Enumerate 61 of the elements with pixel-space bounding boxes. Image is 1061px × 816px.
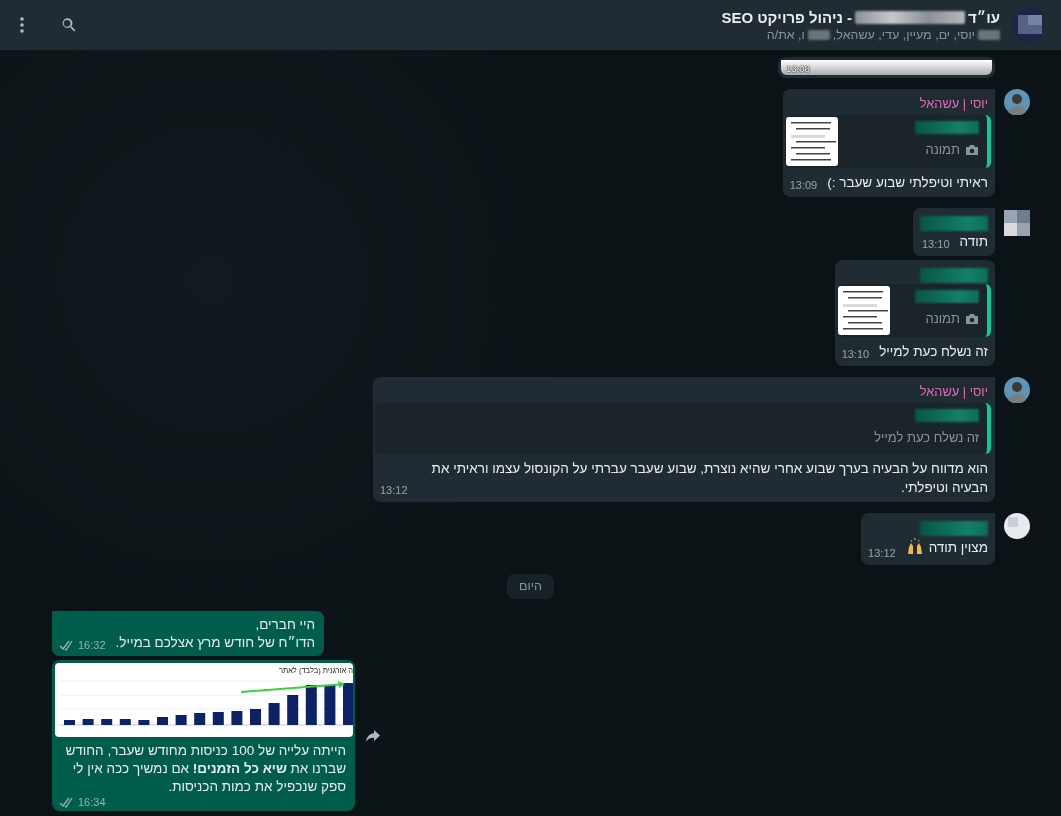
chart-bar <box>212 712 224 725</box>
chart-bar <box>343 683 353 725</box>
redacted-text <box>915 121 979 134</box>
member-list: ו, את/ה <box>766 27 805 42</box>
user-avatar[interactable] <box>1004 377 1030 403</box>
message-time: 16:34 <box>59 796 106 808</box>
chart-bar <box>64 720 75 725</box>
quoted-message[interactable]: זה נשלח כעת למייל <box>375 403 991 454</box>
chart-bar <box>231 711 243 725</box>
quoted-message[interactable]: תמונה <box>784 115 991 168</box>
sender-name: יוסי | עשהאל <box>918 95 988 113</box>
user-avatar[interactable] <box>1004 208 1030 238</box>
search-icon[interactable] <box>60 16 78 34</box>
member-list: יוסי, ים, מעיין, עדי, עשהאל, <box>832 27 975 42</box>
message-time: 13:10 <box>922 237 950 252</box>
message-time: 13:10 <box>841 347 870 362</box>
quoted-label: תמונה <box>925 310 960 328</box>
camera-icon <box>965 143 979 156</box>
chart-bar <box>82 719 94 725</box>
user-avatar[interactable] <box>1004 513 1030 539</box>
redacted-text <box>915 409 979 422</box>
message-text: ראיתי וטיפלתי שבוע שעבר :) <box>827 175 988 190</box>
redacted-text <box>978 29 1000 40</box>
message-time: 13:09 <box>789 178 818 193</box>
quoted-message[interactable]: תמונה <box>836 284 991 337</box>
chart-bar <box>101 719 113 725</box>
message-text: הוא מדווח על הבעיה בערך שבוע אחרי שהיא נוצרת, שבוע שעבר עברתי על הקונסול עצמו וראיתי את הבעיה וטיפלתי. <box>430 461 988 495</box>
document-thumbnail[interactable] <box>837 286 890 335</box>
group-title: - ניהול פרויקט SEO <box>721 8 853 26</box>
message-time: 16:32 <box>59 638 106 653</box>
message-text: הייתה עלייה של 100 כניסות מחודש שעבר, החודש שברנו את שיא כל הזמנים! אם נמשיך ככה אין לי ספק שנכפיל את כמות הכניסות. <box>64 743 346 794</box>
message-text: מצוין תודה <box>928 540 988 555</box>
sender-name: יוסי | עשהאל <box>918 383 988 401</box>
chart-bar <box>194 713 206 725</box>
message-time: 13:12 <box>380 483 408 498</box>
quoted-text: זה נשלח כעת למייל <box>874 429 979 447</box>
chart-bar <box>175 715 187 725</box>
chart-bar <box>305 685 317 725</box>
camera-icon <box>965 312 979 325</box>
chart-bar <box>157 717 168 725</box>
quoted-label: תמונה <box>925 141 960 159</box>
document-thumbnail[interactable] <box>785 117 838 166</box>
menu-icon[interactable] <box>20 17 24 33</box>
raised-hands-icon <box>905 537 924 555</box>
chart-bar <box>138 720 150 725</box>
group-title: עו״ד <box>968 8 1000 26</box>
message-text: זה נשלח כעת למייל <box>879 344 988 359</box>
chart-bar <box>324 685 336 725</box>
chart-bar <box>268 703 280 725</box>
chart-bar <box>287 695 299 725</box>
message-text: תודה <box>959 234 988 249</box>
message-time: 13:12 <box>868 546 896 561</box>
date-divider: היום <box>507 574 554 599</box>
chart-bar <box>250 709 261 725</box>
redacted-text <box>807 29 830 40</box>
message-bubble[interactable]: 13:08 <box>778 57 995 78</box>
message-text: היי חברים, הדו״ח של חודש מרץ אצלכם במייל. <box>115 617 316 650</box>
redacted-text <box>915 290 979 303</box>
chart-bar <box>119 719 131 725</box>
user-avatar[interactable] <box>1004 89 1030 115</box>
message-time: 13:08 <box>786 63 810 74</box>
